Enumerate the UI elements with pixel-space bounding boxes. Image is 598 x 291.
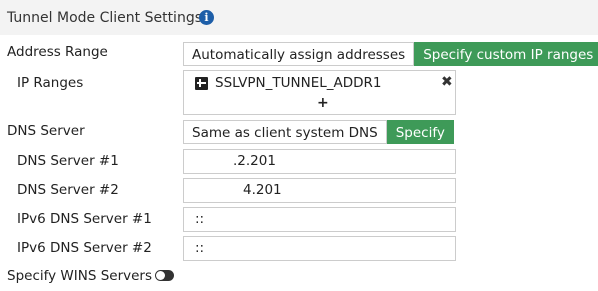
dns-server-2-label: DNS Server #2 xyxy=(17,182,119,198)
auto-assign-addresses-button[interactable]: Automatically assign addresses xyxy=(183,42,415,66)
ipv6-dns-server-2-label: IPv6 DNS Server #2 xyxy=(17,240,152,256)
ipv6-dns-server-2-input[interactable]: :: xyxy=(183,236,456,261)
dns-server-label: DNS Server xyxy=(7,123,85,139)
ipv6-dns-server-2-value: :: xyxy=(195,240,205,256)
ip-ranges-field[interactable]: SSLVPN_TUNNEL_ADDR1 ✖ + xyxy=(183,70,456,115)
dns-server-2-value: 4.201 xyxy=(243,182,282,198)
ipv6-dns-server-1-label: IPv6 DNS Server #1 xyxy=(17,211,152,227)
dns-server-1-value: .2.201 xyxy=(233,153,276,169)
ipv6-dns-server-1-value: :: xyxy=(195,211,205,227)
dns-server-toggle: Same as client system DNS Specify xyxy=(183,120,454,144)
section-title: Tunnel Mode Client Settings xyxy=(7,10,202,26)
remove-entry-icon[interactable]: ✖ xyxy=(441,74,453,90)
info-icon[interactable]: i xyxy=(199,10,214,25)
ipv6-dns-server-1-input[interactable]: :: xyxy=(183,207,456,232)
add-entry-icon[interactable]: + xyxy=(317,95,329,111)
wins-toggle[interactable] xyxy=(155,270,174,281)
address-range-label: Address Range xyxy=(7,44,108,60)
toggle-knob xyxy=(156,271,165,280)
specify-dns-button[interactable]: Specify xyxy=(386,120,454,144)
address-object-icon xyxy=(195,77,208,90)
same-as-client-dns-button[interactable]: Same as client system DNS xyxy=(183,120,387,144)
specify-custom-ip-ranges-button[interactable]: Specify custom IP ranges xyxy=(414,42,598,66)
dns-server-1-input[interactable]: .2.201 xyxy=(183,149,456,174)
dns-server-1-label: DNS Server #1 xyxy=(17,153,119,169)
dns-server-2-input[interactable]: 4.201 xyxy=(183,178,456,203)
specify-wins-servers-label: Specify WINS Servers xyxy=(7,268,153,284)
ip-range-entry: SSLVPN_TUNNEL_ADDR1 xyxy=(215,75,382,91)
address-range-toggle: Automatically assign addresses Specify c… xyxy=(183,42,598,66)
ip-ranges-label: IP Ranges xyxy=(17,75,84,91)
section-header: Tunnel Mode Client Settings i xyxy=(0,0,598,35)
